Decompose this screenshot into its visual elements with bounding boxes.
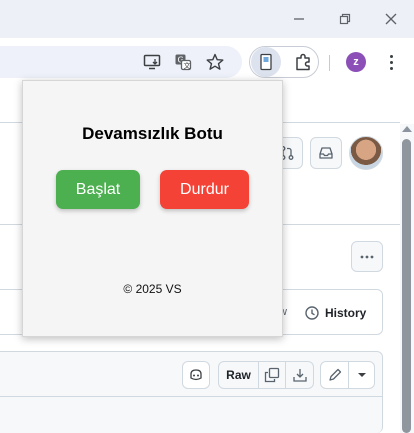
bookmark-star-icon [206, 53, 224, 70]
scroll-up-icon[interactable] [402, 126, 412, 132]
close-icon [385, 13, 397, 25]
raw-button[interactable]: Raw [219, 362, 259, 388]
menu-kebab-icon [389, 54, 393, 70]
copy-raw-button[interactable] [259, 362, 286, 388]
user-avatar[interactable] [349, 136, 383, 170]
download-icon [292, 369, 307, 382]
history-label: History [325, 306, 367, 320]
edit-file-button[interactable] [321, 362, 349, 388]
browser-menu-button[interactable] [381, 50, 401, 74]
extension-popup: Devamsızlık Botu Başlat Durdur © 2025 VS [22, 80, 283, 337]
kebab-horizontal-icon [360, 255, 374, 258]
history-link[interactable]: History [304, 303, 366, 323]
copilot-button[interactable] [182, 361, 210, 389]
translate-button[interactable]: G文 [169, 48, 197, 76]
edit-dropdown-button[interactable] [349, 362, 374, 388]
active-extension-button[interactable] [251, 47, 281, 77]
extensions-puzzle-icon [296, 53, 310, 71]
close-window-button[interactable] [376, 6, 406, 32]
browser-title-bar [0, 0, 414, 38]
bookmark-button[interactable] [201, 48, 229, 76]
stop-button[interactable]: Durdur [160, 170, 249, 209]
popup-footer: © 2025 VS [123, 282, 182, 296]
extensions-menu-button[interactable] [289, 48, 317, 76]
restore-icon [339, 13, 351, 25]
install-app-icon [143, 54, 161, 70]
raw-label: Raw [226, 368, 251, 382]
restore-button[interactable] [330, 6, 360, 32]
profile-avatar-button[interactable]: z [346, 52, 366, 72]
download-raw-button[interactable] [286, 362, 313, 388]
start-button[interactable]: Başlat [56, 170, 140, 209]
copy-icon [264, 367, 280, 383]
pencil-icon [328, 368, 341, 381]
scrollbar-thumb[interactable] [402, 139, 411, 433]
history-icon [305, 306, 319, 320]
file-header-divider [0, 396, 383, 397]
edit-group [320, 361, 375, 389]
toolbar-separator [329, 55, 330, 71]
extension-active-icon [260, 53, 272, 71]
minimize-icon [294, 18, 304, 20]
triangle-down-icon [357, 373, 366, 377]
file-actions-group: Raw [218, 361, 314, 389]
inbox-button[interactable] [310, 137, 342, 169]
inbox-icon [319, 147, 333, 159]
translate-icon: G文 [175, 54, 192, 71]
copilot-icon [190, 369, 202, 381]
minimize-button[interactable] [284, 6, 314, 32]
popup-title: Devamsızlık Botu [82, 124, 223, 143]
more-options-button[interactable] [351, 241, 383, 272]
install-app-button[interactable] [138, 48, 166, 76]
svg-text:文: 文 [184, 61, 191, 70]
